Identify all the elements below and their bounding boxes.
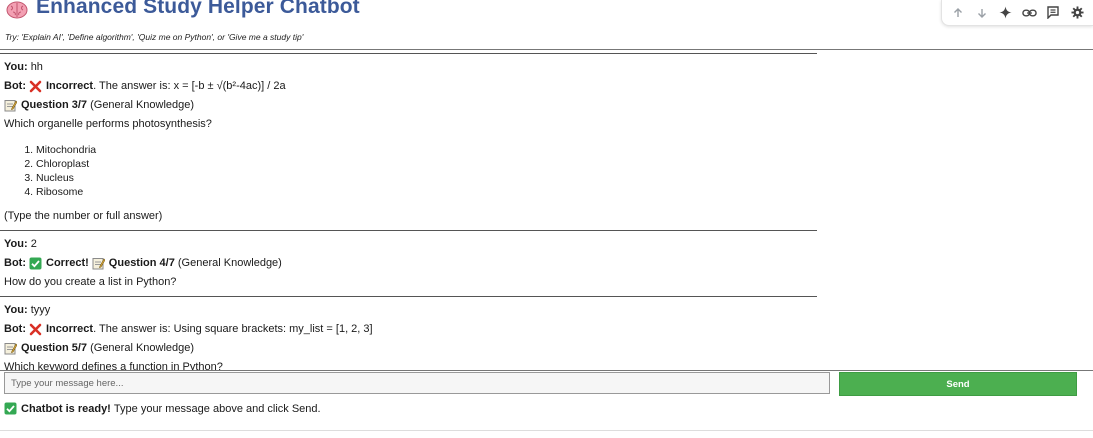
question-text: Which keyword defines a function in Pyth… [4,361,223,371]
gear-icon[interactable] [1068,4,1086,22]
chat-history[interactable]: You: hh Bot: Incorrect. The answer is: x… [0,49,1093,371]
answer-text: . The answer is: Using square brackets: … [93,323,373,335]
link-icon[interactable] [1020,4,1038,22]
memo-icon [92,258,105,270]
cross-mark-icon [29,80,42,93]
option-item: Nucleus [36,171,817,185]
bot-label: Bot: [4,257,26,269]
check-mark-icon [4,402,17,415]
verdict-label: Correct! [46,257,89,269]
answer-options: Mitochondria Chloroplast Nucleus Ribosom… [36,143,817,199]
bot-label: Bot: [4,323,26,335]
question-category: (General Knowledge) [90,99,195,111]
user-message: tyyy [30,304,51,316]
usage-hint: Try: 'Explain AI', 'Define algorithm', '… [5,32,304,42]
send-button[interactable]: Send [839,372,1077,396]
status-text: Type your message above and click Send. [113,402,321,415]
user-label: You: [4,304,28,316]
chat-exchange: You: 2 Bot: Correct! Question 4/7 (Gener… [0,231,817,297]
user-message: 2 [30,238,37,250]
verdict-label: Incorrect [46,80,94,92]
comment-icon[interactable] [1044,4,1062,22]
verdict-label: Incorrect [46,323,94,335]
page-title: Enhanced Study Helper Chatbot [36,0,360,18]
status-bar: Chatbot is ready! Type your message abov… [4,399,321,418]
question-text: Which organelle performs photosynthesis? [4,118,212,130]
option-item: Chloroplast [36,157,817,171]
question-number: Question 4/7 [108,257,175,269]
question-category: (General Knowledge) [177,257,282,269]
user-label: You: [4,61,28,73]
answer-text: . The answer is: x = [-b ± √(b²-4ac)] / … [93,80,286,92]
page-header: Enhanced Study Helper Chatbot [6,0,360,20]
arrow-down-icon[interactable] [973,4,991,22]
status-bold: Chatbot is ready! [21,402,111,415]
question-number: Question 3/7 [21,99,88,111]
question-text: How do you create a list in Python? [4,276,177,288]
memo-icon [4,343,17,355]
chat-exchange: You: hh Bot: Incorrect. The answer is: x… [0,54,817,231]
question-number: Question 5/7 [21,342,88,354]
cross-mark-icon [29,323,42,336]
divider [0,430,1093,431]
message-input[interactable] [4,372,830,394]
brain-icon [6,1,28,19]
option-item: Mitochondria [36,143,817,157]
bot-label: Bot: [4,80,26,92]
question-category: (General Knowledge) [90,342,195,354]
top-toolbar [941,0,1093,26]
memo-icon [4,100,17,112]
chat-exchange: You: tyyy Bot: Incorrect. The answer is:… [0,297,817,371]
user-message: hh [30,61,43,73]
answer-instruction: (Type the number or full answer) [4,210,163,222]
arrow-up-icon[interactable] [949,4,967,22]
user-label: You: [4,238,28,250]
option-item: Ribosome [36,185,817,199]
sparkle-icon[interactable] [997,4,1015,22]
check-mark-icon [29,257,42,270]
